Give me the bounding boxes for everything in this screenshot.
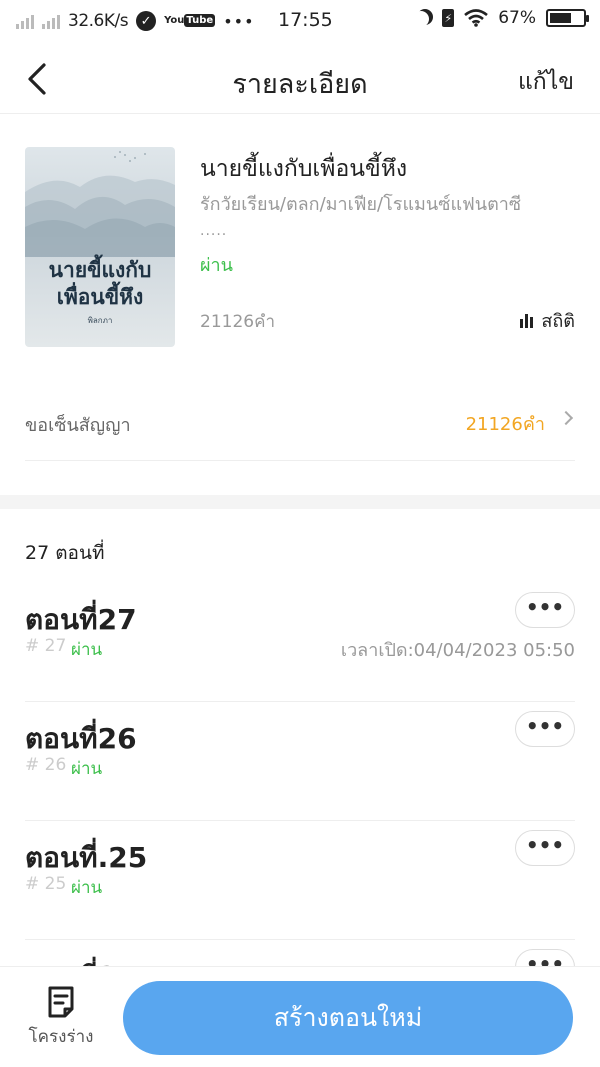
chapter-number: # 26 — [25, 755, 67, 775]
contract-row[interactable]: ขอเซ็นสัญญา 21126คำ — [25, 383, 575, 461]
chapter-more-button[interactable]: ••• — [515, 830, 575, 866]
battery-percent: 67% — [498, 8, 536, 28]
battery-icon — [546, 9, 589, 27]
contract-word-count: 21126คำ — [465, 414, 545, 435]
chapter-more-button[interactable]: ••• — [515, 592, 575, 628]
book-title: นายขี้แงกับเพื่อนขี้หึง — [200, 156, 408, 182]
bottom-bar: โครงร่าง สร้างตอนใหม่ — [0, 966, 600, 1067]
check-circle-icon: ✓ — [136, 11, 157, 31]
more-notifications-icon: ••• — [223, 11, 255, 31]
outline-label: โครงร่าง — [28, 1027, 94, 1047]
chapter-more-button[interactable]: ••• — [515, 711, 575, 747]
chevron-right-icon — [558, 410, 574, 426]
cover-title-line1: นายขี้แงกับ — [48, 258, 152, 282]
book-word-count: 21126คำ — [200, 312, 275, 332]
page-title: รายละเอียด — [232, 69, 368, 100]
cover-title-line2: เพื่อนขี้หึง — [56, 285, 144, 309]
chapter-item[interactable]: ตอนที่.25 # 25 ผ่าน ••• — [25, 822, 575, 940]
book-tags: รักวัยเรียน/ตลก/มาเฟีย/โรแมนซ์แฟนตาซี — [200, 194, 522, 215]
outline-document-icon — [48, 986, 74, 1018]
book-info: นายขี้แงกับ เพื่อนขี้หึง พิลกภา นายขี้แง… — [25, 147, 575, 347]
charging-icon: ⚡ — [442, 9, 455, 27]
status-bar: 32.6K/s ✓ You Tube ••• 17:55 ⚡ 67% — [0, 0, 600, 42]
chapter-status: ผ่าน — [71, 759, 103, 779]
battery-fill — [550, 13, 572, 23]
create-chapter-button[interactable]: สร้างตอนใหม่ — [123, 981, 573, 1055]
chapter-item[interactable]: ตอนที่26 # 26 ผ่าน ••• — [25, 703, 575, 821]
youtube-icon: You Tube — [164, 14, 216, 27]
signal-icon-1 — [16, 13, 34, 29]
book-tags-more: ..... — [200, 223, 228, 239]
nav-bar: รายละเอียด แก้ไข — [0, 42, 600, 114]
cover-title: นายขี้แงกับ เพื่อนขี้หึง — [25, 257, 175, 311]
stats-label: สถิติ — [541, 311, 575, 332]
clock: 17:55 — [278, 9, 333, 31]
chapter-number: # 27 — [25, 636, 67, 656]
chapter-number: # 25 — [25, 874, 67, 894]
stats-button[interactable]: สถิติ — [520, 306, 575, 335]
chapter-status: ผ่าน — [71, 878, 103, 898]
network-speed: 32.6K/s — [68, 11, 129, 31]
section-divider — [0, 495, 600, 509]
chapter-item[interactable]: ตอนที่27 # 27 ผ่าน เวลาเปิด:04/04/2023 0… — [25, 584, 575, 702]
chapter-count: 27 ตอนที่ — [25, 542, 105, 564]
status-right: ⚡ 67% — [413, 8, 589, 28]
wifi-icon — [464, 9, 489, 27]
outline-button[interactable]: โครงร่าง — [20, 985, 102, 1050]
book-cover[interactable]: นายขี้แงกับ เพื่อนขี้หึง พิลกภา — [25, 147, 175, 347]
signal-icon-2 — [42, 13, 60, 29]
chapter-publish-time: เวลาเปิด:04/04/2023 05:50 — [340, 640, 575, 661]
contract-label: ขอเซ็นสัญญา — [25, 415, 131, 436]
edit-button[interactable]: แก้ไข — [518, 64, 574, 100]
bar-chart-icon — [520, 313, 534, 328]
book-status: ผ่าน — [200, 255, 233, 276]
chapter-status: ผ่าน — [71, 640, 103, 660]
status-left: 32.6K/s ✓ You Tube ••• — [16, 11, 255, 31]
do-not-disturb-moon-icon — [413, 11, 429, 27]
cover-author: พิลกภา — [87, 316, 113, 325]
